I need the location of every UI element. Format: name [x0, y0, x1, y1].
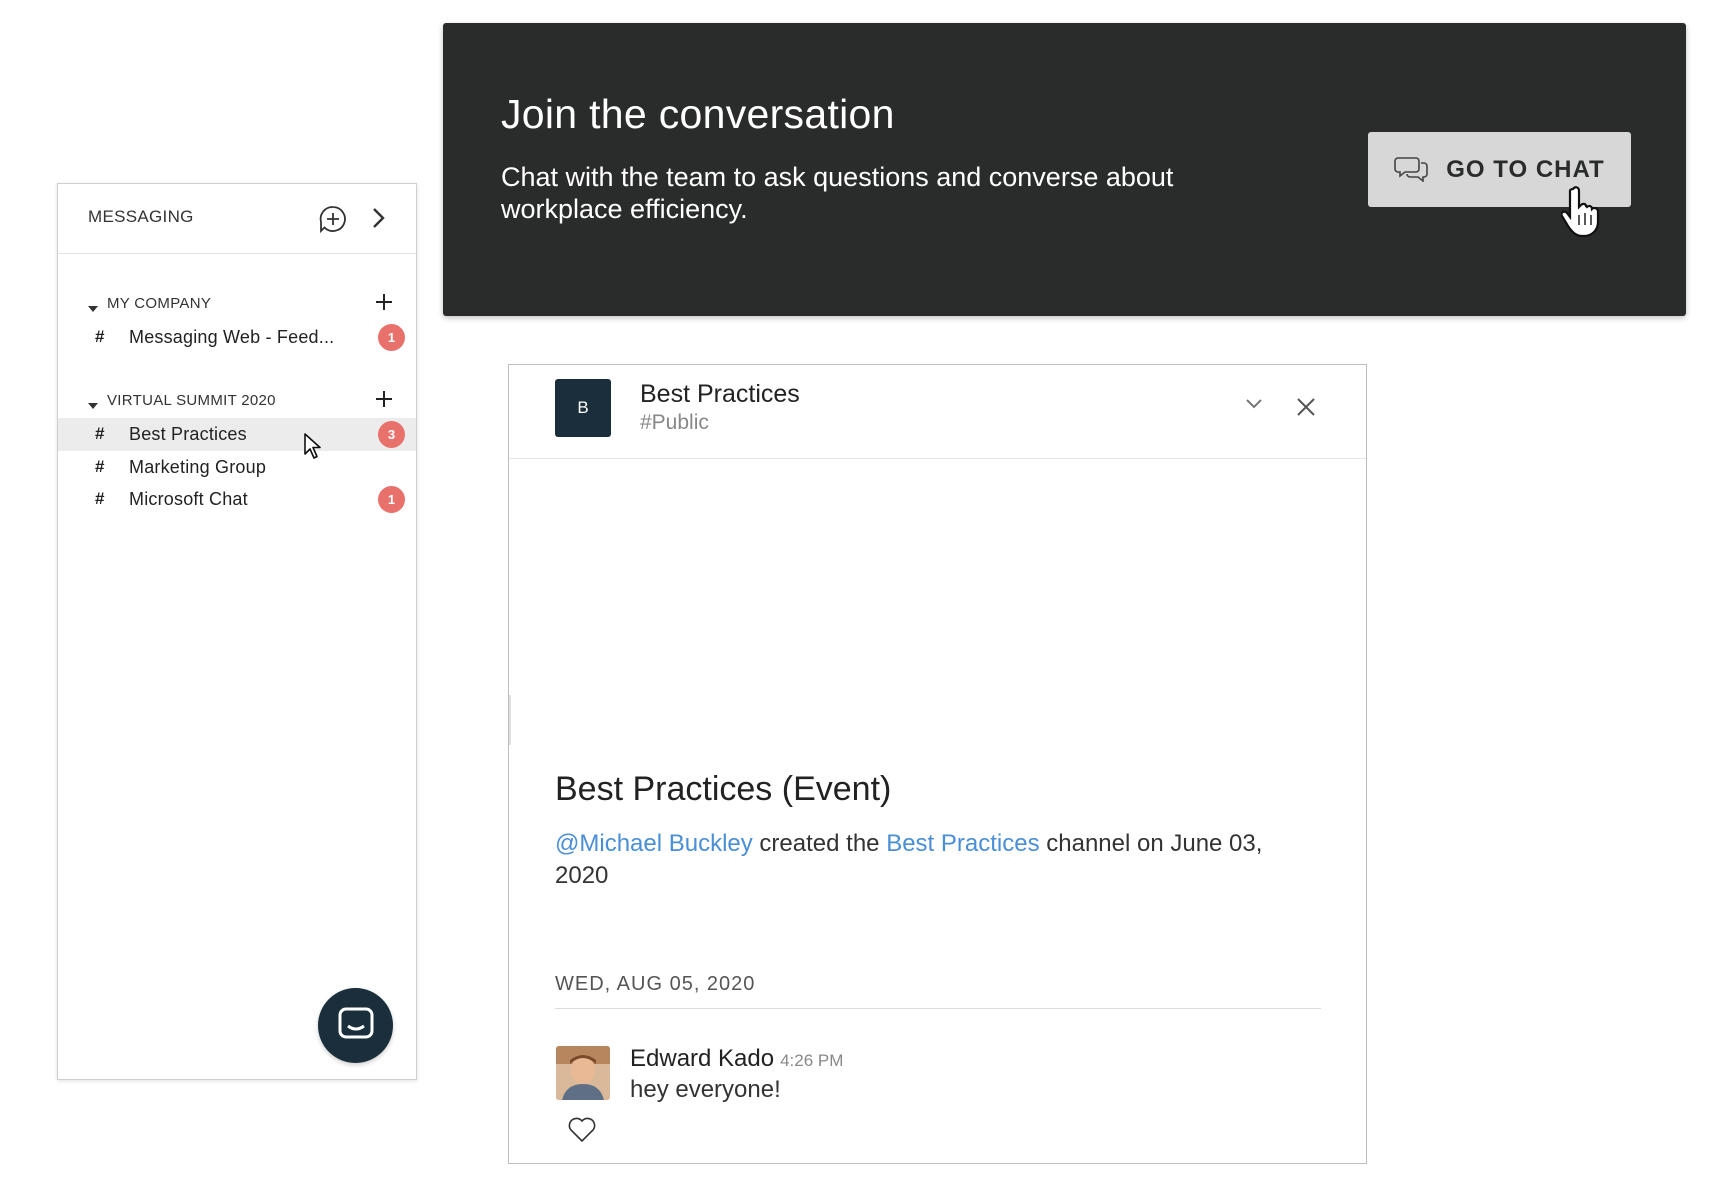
channel-name: Best Practices [129, 424, 247, 444]
chat-bubbles-icon [1394, 154, 1430, 185]
hash-icon: # [95, 424, 105, 443]
message-author-line: Edward Kado 4:26 PM [630, 1045, 843, 1073]
chat-subtitle: #Public [640, 411, 709, 434]
go-to-chat-label: GO TO CHAT [1446, 155, 1605, 183]
banner-title: Join the conversation [501, 91, 895, 137]
close-icon[interactable] [1296, 397, 1316, 422]
banner-subtitle: Chat with the team to ask questions and … [501, 162, 1174, 224]
message-text: hey everyone! [630, 1076, 781, 1103]
event-title: Best Practices (Event) [555, 770, 892, 808]
unread-badge: 1 [378, 324, 405, 351]
hash-icon: # [95, 457, 105, 476]
creator-mention-link[interactable]: @Michael Buckley [555, 830, 753, 857]
group-label: VIRTUAL SUMMIT 2020 [107, 392, 276, 409]
sidebar-title: MESSAGING [88, 207, 194, 226]
heart-icon[interactable] [567, 1115, 597, 1148]
arrow-cursor-icon [303, 432, 321, 465]
date-divider [555, 1008, 1321, 1009]
message-timestamp: 4:26 PM [780, 1051, 844, 1070]
chat-launcher-icon [337, 1006, 375, 1045]
channel-link[interactable]: Best Practices [886, 830, 1039, 857]
caret-down-icon[interactable] [88, 397, 98, 415]
add-channel-icon[interactable] [374, 389, 394, 414]
channel-name: Marketing Group [129, 457, 267, 477]
event-description: @Michael Buckley created the Best Practi… [555, 828, 1295, 892]
channel-name: Microsoft Chat [129, 489, 248, 509]
chevron-right-icon[interactable] [370, 206, 386, 235]
scroll-edge [509, 695, 511, 745]
event-text: created the [752, 830, 887, 857]
hash-icon: # [95, 489, 105, 508]
join-conversation-banner: Join the conversation Chat with the team… [443, 23, 1686, 316]
sidebar-header: MESSAGING [58, 184, 416, 254]
hand-pointer-cursor-icon [1560, 185, 1607, 242]
caret-down-icon[interactable] [88, 300, 98, 318]
date-separator: WED, AUG 05, 2020 [555, 973, 756, 995]
unread-badge: 3 [378, 421, 405, 448]
avatar[interactable] [556, 1046, 610, 1100]
sidebar-item-marketing-group[interactable]: # Marketing Group [58, 451, 416, 484]
hash-icon: # [95, 327, 105, 346]
sidebar-item-best-practices[interactable]: # Best Practices 3 [58, 418, 416, 451]
group-virtual-summit-2020[interactable]: VIRTUAL SUMMIT 2020 [58, 388, 416, 414]
channel-avatar: B [555, 379, 611, 437]
add-channel-icon[interactable] [374, 292, 394, 317]
unread-badge: 1 [378, 486, 405, 513]
channel-name: Messaging Web - Feed... [129, 327, 335, 347]
new-message-icon[interactable] [318, 204, 348, 239]
messaging-sidebar: MESSAGING MY COMPANY # Messaging Web - F… [57, 183, 417, 1080]
sidebar-item-microsoft-chat[interactable]: # Microsoft Chat 1 [58, 483, 416, 516]
group-label: MY COMPANY [107, 295, 212, 312]
group-my-company[interactable]: MY COMPANY [58, 291, 416, 317]
chevron-down-icon[interactable] [1245, 397, 1263, 416]
chat-title: Best Practices [640, 380, 800, 408]
message-author[interactable]: Edward Kado [630, 1045, 774, 1072]
messenger-launcher-button[interactable] [318, 988, 393, 1063]
chat-header: B Best Practices #Public [509, 365, 1366, 459]
sidebar-item-messaging-web-feed[interactable]: # Messaging Web - Feed... 1 [58, 321, 416, 354]
chat-panel: B Best Practices #Public Best Practices … [508, 364, 1367, 1164]
